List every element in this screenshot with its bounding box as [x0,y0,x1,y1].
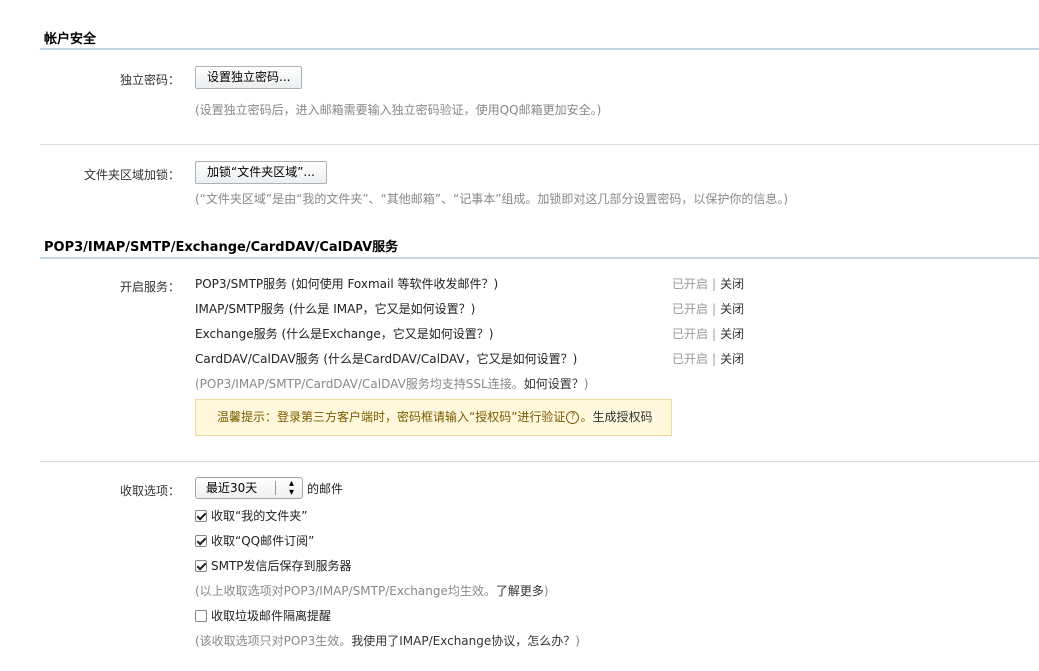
service-exchange: Exchange服务 (什么是Exchange，它又是如何设置？) [195,327,494,341]
auth-code-tip: 温馨提示：登录第三方客户端时，密码框请输入“授权码”进行验证? 。生成授权码 [195,399,672,436]
row-divider [40,461,1039,462]
select-value: 最近30天 [206,481,258,495]
pop3-only-hint: (该收取选项只对POP3生效。我使用了IMAP/Exchange协议，怎么办？) [195,632,580,649]
learn-more-link[interactable]: 了解更多 [496,584,544,598]
independent-password-label: 独立密码： [119,73,180,87]
service-exchange-status: 已开启 | 关闭 [672,325,744,342]
disable-exchange-link[interactable]: 关闭 [720,327,744,341]
ssl-hint: (POP3/IMAP/SMTP/CardDAV/CalDAV服务均支持SSL连接… [195,375,588,392]
disable-pop3-smtp-link[interactable]: 关闭 [720,277,744,291]
folder-lock-hint: (“文件夹区域”是由“我的文件夹”、“其他邮箱”、“记事本”组成。加锁即对这几部… [195,192,789,206]
separator: | [712,277,717,291]
updown-arrow-icon: ▴ ▾ [288,478,294,498]
tip-period: 。 [580,410,593,424]
account-security-title: 帐户安全 [44,32,97,47]
separator: | [712,352,717,366]
section-divider [40,48,1039,50]
checkbox-label: 收取垃圾邮件隔离提醒 [211,609,332,623]
service-carddav-caldav-status: 已开启 | 关闭 [672,350,744,367]
lock-folder-area-button[interactable]: 加锁“文件夹区域”... [195,161,327,184]
service-pop3-smtp: POP3/SMTP服务 (如何使用 Foxmail 等软件收发邮件？) [195,277,499,291]
checkbox-spam-quarantine-notice[interactable]: 收取垃圾邮件隔离提醒 [195,607,331,624]
checkbox-label: 收取“QQ邮件订阅” [211,534,315,548]
protocols-title: POP3/IMAP/SMTP/Exchange/CardDAV/CalDAV服务 [44,240,399,255]
fetch-range-select[interactable]: 最近30天 ▴ ▾ [195,477,303,499]
checkbox-icon[interactable] [195,535,207,547]
ssl-hint-end: ) [583,377,589,391]
row-divider [40,144,1039,145]
checkbox-fetch-my-folders[interactable]: 收取“我的文件夹” [195,507,307,524]
pop3-hint-end: ) [575,634,580,648]
checkbox-icon[interactable] [195,510,207,522]
fetch-range-suffix: 的邮件 [307,482,344,496]
separator: | [712,327,717,341]
checkbox-label: SMTP发信后保存到服务器 [211,559,352,573]
tip-text: 温馨提示：登录第三方客户端时，密码框请输入“授权码”进行验证 [217,410,566,424]
checkbox-icon[interactable] [195,560,207,572]
checkbox-label: 收取“我的文件夹” [211,509,308,523]
imap-exchange-help-link[interactable]: 我使用了IMAP/Exchange协议，怎么办？ [351,634,575,648]
effect-hint-end: ) [543,584,549,598]
service-imap-smtp: IMAP/SMTP服务 (什么是 IMAP，它又是如何设置？) [195,302,476,316]
fetch-options-label: 收取选项： [119,484,180,498]
pop3-hint-text: (该收取选项只对POP3生效。 [195,634,352,648]
fetch-effect-hint: (以上收取选项对POP3/IMAP/SMTP/Exchange均生效。了解更多) [195,582,549,599]
effect-hint-text: (以上收取选项对POP3/IMAP/SMTP/Exchange均生效。 [195,584,496,598]
status-text: 已开启 [672,327,709,341]
checkbox-fetch-qq-subscription[interactable]: 收取“QQ邮件订阅” [195,532,314,549]
select-divider [275,481,276,495]
disable-imap-smtp-link[interactable]: 关闭 [720,302,744,316]
disable-carddav-caldav-link[interactable]: 关闭 [720,352,744,366]
ssl-howto-link[interactable]: 如何设置？ [524,377,584,391]
enable-services-label: 开启服务： [119,280,180,294]
service-carddav-caldav: CardDAV/CalDAV服务 (什么是CardDAV/CalDAV，它又是如… [195,352,578,366]
service-imap-smtp-status: 已开启 | 关闭 [672,300,744,317]
ssl-hint-text: (POP3/IMAP/SMTP/CardDAV/CalDAV服务均支持SSL连接… [195,377,524,391]
service-pop3-smtp-status: 已开启 | 关闭 [672,275,744,292]
section-divider [40,257,1039,259]
checkbox-save-sent-to-server[interactable]: SMTP发信后保存到服务器 [195,557,352,574]
status-text: 已开启 [672,302,709,316]
checkbox-icon[interactable] [195,610,207,622]
help-icon[interactable]: ? [566,411,580,424]
independent-password-hint: (设置独立密码后，进入邮箱需要输入独立密码验证，使用QQ邮箱更加安全。) [195,103,602,117]
generate-auth-code-link[interactable]: 生成授权码 [592,410,652,424]
separator: | [712,302,717,316]
status-text: 已开启 [672,352,709,366]
status-text: 已开启 [672,277,709,291]
set-independent-password-button[interactable]: 设置独立密码... [195,66,303,89]
folder-lock-label: 文件夹区域加锁： [83,168,180,182]
